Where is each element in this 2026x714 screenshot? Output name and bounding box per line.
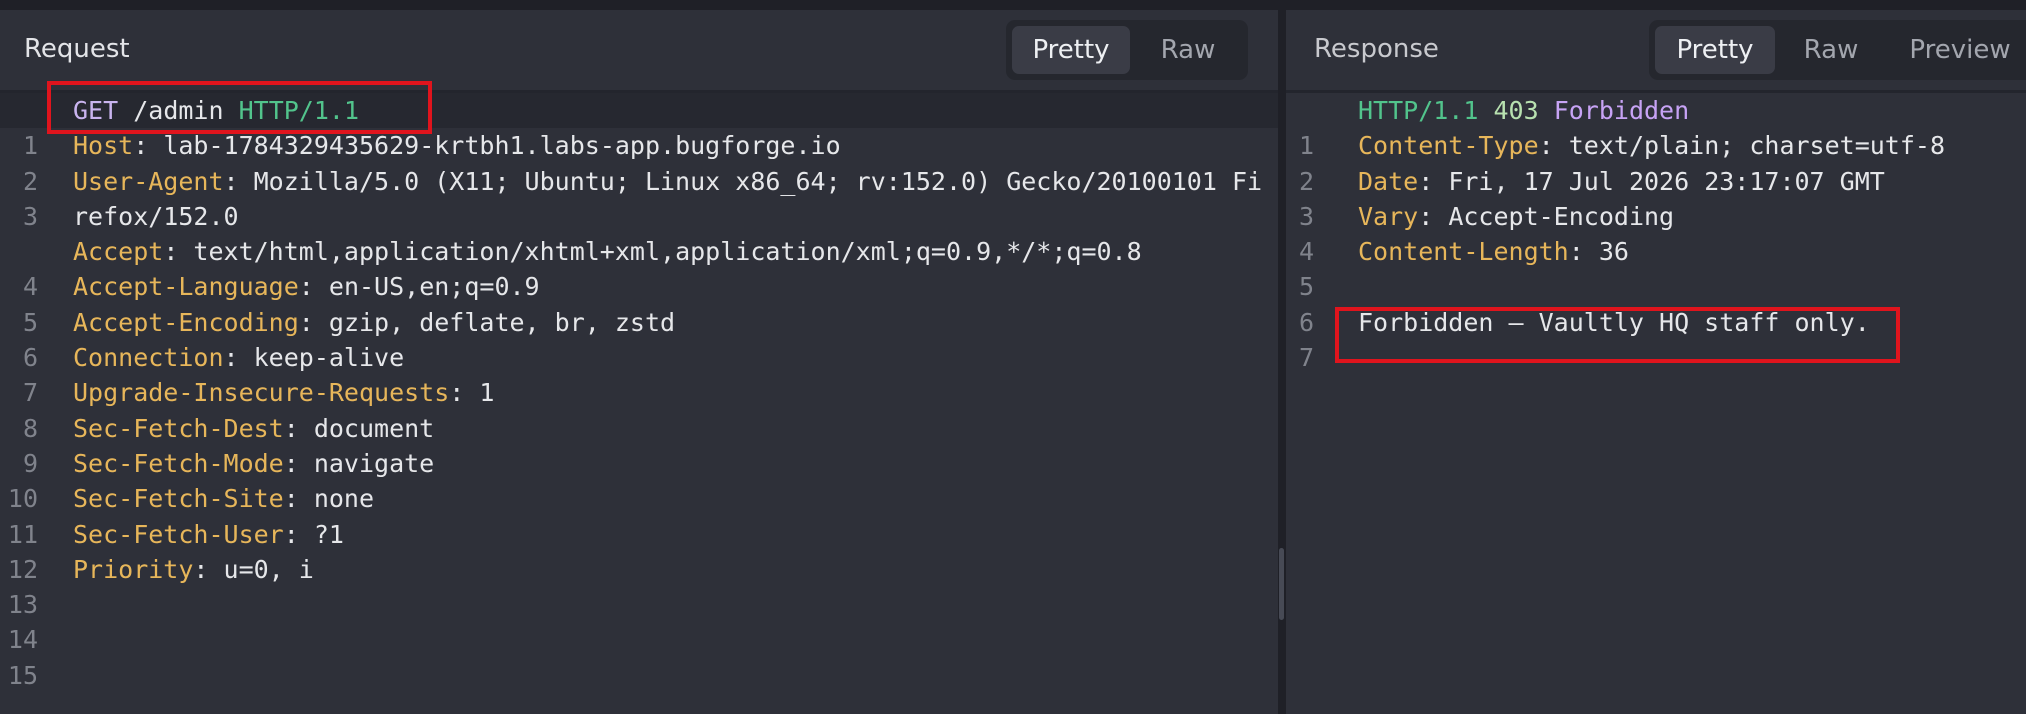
header-row: 12 Sec-Fetch-User: ?1 xyxy=(0,517,1278,584)
header-row: 8 Upgrade-Insecure-Requests: 1 xyxy=(0,375,1278,442)
empty-row: 15 xyxy=(0,622,1278,690)
header-name: Connection xyxy=(73,343,224,373)
header-value-wrapped: refox/152.0 xyxy=(73,201,239,231)
header-value: text/plain; charset=utf-8 xyxy=(1568,131,1946,161)
header-name: Date xyxy=(1358,166,1419,196)
header-value: Accept-Encoding xyxy=(1448,201,1675,231)
request-header-bar: Request Pretty Raw xyxy=(0,10,1278,93)
header-row: 11 Sec-Fetch-Site: none xyxy=(0,481,1278,548)
header-value: navigate xyxy=(313,448,435,478)
header-name: Sec-Fetch-Site xyxy=(73,484,284,514)
header-row: 4 Accept: text/html,application/xhtml+xm… xyxy=(0,234,1278,301)
header-name: Accept-Language xyxy=(73,272,299,302)
header-value: u=0, i xyxy=(223,554,314,584)
status-line-row: 1 HTTP/1.1 403 Forbidden xyxy=(1286,93,2026,160)
header-name: Upgrade-Insecure-Requests xyxy=(73,378,450,408)
response-tab-raw[interactable]: Raw xyxy=(1781,26,1881,74)
header-name: Host xyxy=(73,131,134,161)
request-title: Request xyxy=(24,34,130,64)
request-method: GET xyxy=(73,96,119,125)
splitter-grip-handle[interactable] xyxy=(1279,548,1284,620)
response-tab-preview[interactable]: Preview xyxy=(1885,26,2026,74)
response-tab-pretty[interactable]: Pretty xyxy=(1655,26,1775,74)
header-value: ?1 xyxy=(313,519,344,549)
line-number: 3 xyxy=(22,201,38,231)
response-pane: Response Pretty Raw Preview 1 HTTP/1.1 4… xyxy=(1286,10,2026,714)
header-value: en-US,en;q=0.9 xyxy=(328,272,540,302)
header-row: 2 Content-Type: text/plain; charset=utf-… xyxy=(1286,128,2026,195)
response-protocol: HTTP/1.1 xyxy=(1358,96,1479,125)
header-value: 36 xyxy=(1598,237,1629,267)
header-value: none xyxy=(313,484,375,514)
response-viewer[interactable]: 1 HTTP/1.1 403 Forbidden 2 Content-Type:… xyxy=(1286,93,2026,714)
header-name: Sec-Fetch-Dest xyxy=(73,413,284,443)
header-name: Content-Type xyxy=(1358,131,1539,161)
empty-row: 14 xyxy=(0,587,1278,654)
empty-row: 6 xyxy=(1286,269,2026,337)
header-name: Priority xyxy=(73,554,194,584)
header-name: Accept-Encoding xyxy=(73,307,299,337)
status-text: Forbidden xyxy=(1553,96,1690,125)
response-header-bar: Response Pretty Raw Preview xyxy=(1286,10,2026,93)
response-view-toggle: Pretty Raw Preview xyxy=(1649,20,2026,80)
header-value: text/html,application/xhtml+xml,applicat… xyxy=(193,237,1142,267)
request-view-toggle: Pretty Raw xyxy=(1006,20,1248,80)
header-name: Content-Length xyxy=(1358,237,1569,267)
response-body-row: 7 Forbidden — Vaultly HQ staff only. xyxy=(1286,305,2026,372)
header-value: Mozilla/5.0 (X11; Ubuntu; Linux x86_64; … xyxy=(253,166,1263,196)
header-row: 13 Priority: u=0, i xyxy=(0,552,1278,619)
line-number: 15 xyxy=(7,660,38,690)
window-top-strip xyxy=(0,0,2026,10)
header-value: document xyxy=(313,413,435,443)
header-value: keep-alive xyxy=(253,343,405,373)
header-row: 10 Sec-Fetch-Mode: navigate xyxy=(0,446,1278,513)
header-row: 3 Date: Fri, 17 Jul 2026 23:17:07 GMT xyxy=(1286,164,2026,231)
request-path: /admin xyxy=(133,96,224,125)
request-protocol: HTTP/1.1 xyxy=(238,96,360,125)
header-value: gzip, deflate, br, zstd xyxy=(328,307,676,337)
header-row: 5 Accept-Language: en-US,en;q=0.9 xyxy=(0,269,1278,336)
status-code: 403 xyxy=(1493,96,1539,125)
header-row: 2 Host: lab-1784329435629-krtbh1.labs-ap… xyxy=(0,128,1278,195)
header-value: lab-1784329435629-krtbh1.labs-app.bugfor… xyxy=(163,131,841,161)
header-name: Accept xyxy=(73,237,164,267)
header-row: 4 Vary: Accept-Encoding xyxy=(1286,199,2026,266)
header-row: 5 Content-Length: 36 xyxy=(1286,234,2026,301)
response-title: Response xyxy=(1314,34,1439,64)
header-value: 1 xyxy=(479,378,495,408)
header-name: Sec-Fetch-User xyxy=(73,519,284,549)
header-name: Vary xyxy=(1358,201,1419,231)
header-row: 9 Sec-Fetch-Dest: document xyxy=(0,411,1278,478)
request-tab-pretty[interactable]: Pretty xyxy=(1012,26,1130,74)
header-row: 6 Accept-Encoding: gzip, deflate, br, zs… xyxy=(0,305,1278,372)
line-number: 7 xyxy=(1298,343,1314,373)
header-row: 7 Connection: keep-alive xyxy=(0,340,1278,407)
header-value: Fri, 17 Jul 2026 23:17:07 GMT xyxy=(1448,166,1885,196)
request-pane: Request Pretty Raw 1 GET /admin HTTP/1.1… xyxy=(0,10,1278,714)
header-row: 3 User-Agent: Mozilla/5.0 (X11; Ubuntu; … xyxy=(0,164,1278,235)
response-body-text: Forbidden — Vaultly HQ staff only. xyxy=(1358,307,1870,337)
request-editor[interactable]: 1 GET /admin HTTP/1.1 2 Host: lab-178432… xyxy=(0,93,1278,714)
header-name: Sec-Fetch-Mode xyxy=(73,448,284,478)
request-line-row: 1 GET /admin HTTP/1.1 xyxy=(0,93,1278,160)
request-tab-raw[interactable]: Raw xyxy=(1136,26,1240,74)
header-name: User-Agent xyxy=(73,166,224,196)
